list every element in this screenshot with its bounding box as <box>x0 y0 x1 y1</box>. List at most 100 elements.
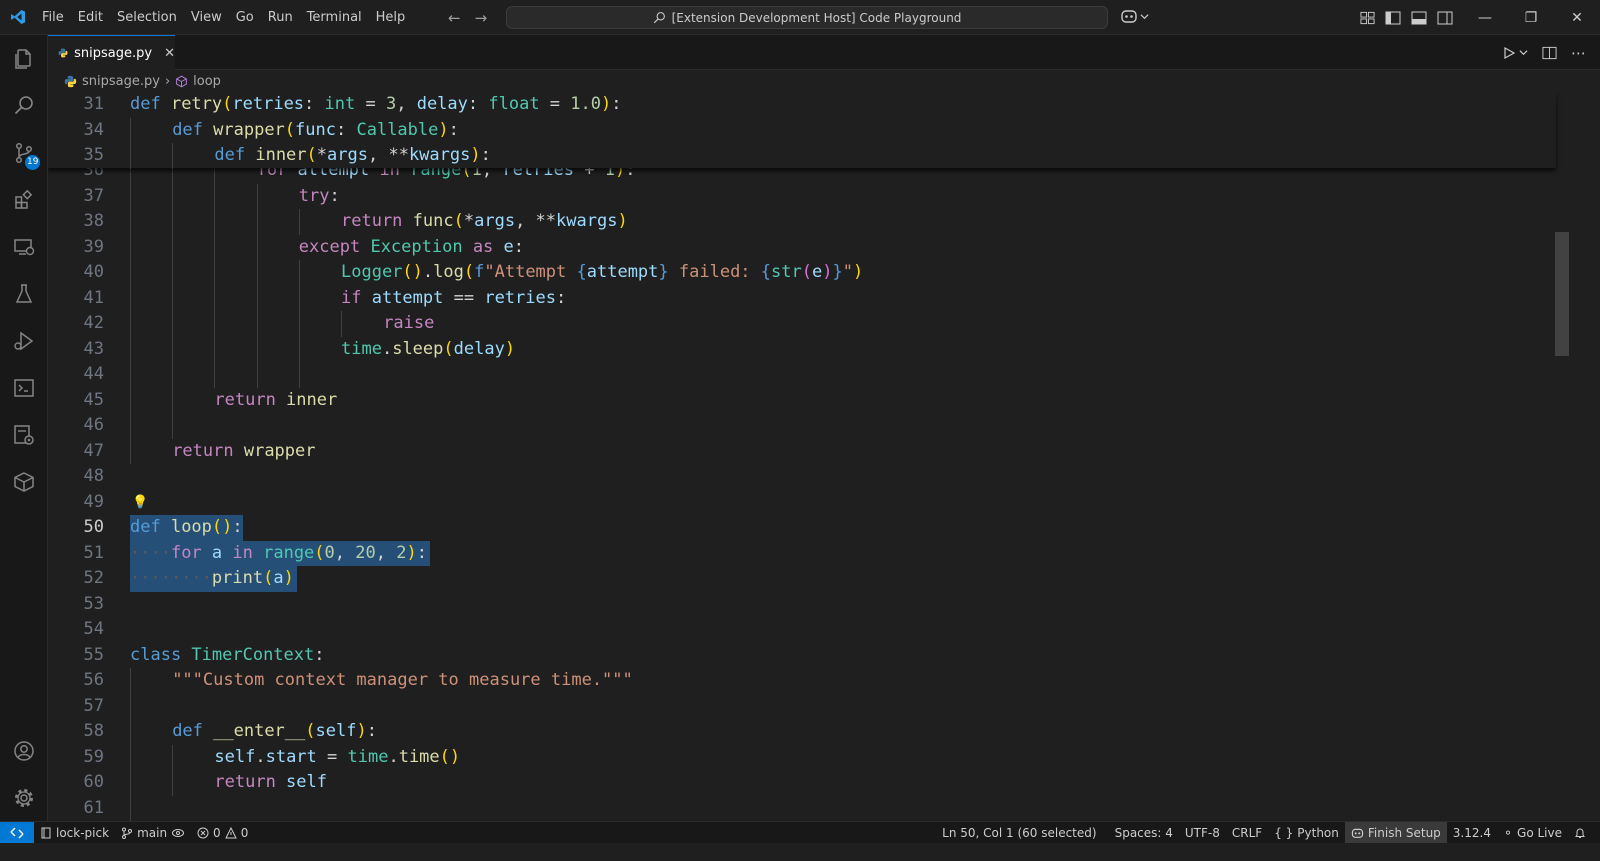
line-number[interactable]: 39 <box>48 235 104 261</box>
toggle-primary-sidebar-icon[interactable] <box>1385 11 1401 25</box>
finish-setup-item[interactable]: Finish Setup <box>1344 822 1447 844</box>
menu-terminal[interactable]: Terminal <box>300 0 369 35</box>
line-number[interactable]: 52 <box>48 566 104 592</box>
code-line[interactable]: 31 def retry(retries: int = 3, delay: flo… <box>48 92 1556 118</box>
line-number[interactable]: 50 <box>48 515 104 541</box>
line-number[interactable]: 35 <box>48 143 104 169</box>
line-number[interactable]: 57 <box>48 694 104 720</box>
extension-settings-icon[interactable] <box>0 411 48 459</box>
testing-flask-icon[interactable] <box>0 270 48 318</box>
code-text[interactable]: ········print(a) <box>130 566 294 592</box>
line-number[interactable]: 54 <box>48 617 104 643</box>
toggle-panel-icon[interactable] <box>1411 11 1427 25</box>
toggle-secondary-sidebar-icon[interactable] <box>1437 11 1453 25</box>
code-line[interactable]: 43 time.sleep(delay) <box>48 336 1556 363</box>
code-text[interactable]: return self <box>214 770 327 796</box>
go-live-item[interactable]: ⚬ Go Live <box>1497 822 1568 844</box>
vertical-scrollbar-track[interactable] <box>1556 92 1570 821</box>
line-number[interactable]: 40 <box>48 260 104 286</box>
menu-run[interactable]: Run <box>261 0 300 35</box>
command-center[interactable]: [Extension Development Host] Code Playgr… <box>506 6 1108 29</box>
code-text[interactable]: """Custom context manager to measure tim… <box>172 668 633 694</box>
close-tab-icon[interactable]: ✕ <box>164 46 175 61</box>
line-number[interactable]: 48 <box>48 464 104 490</box>
code-line[interactable]: 49 💡 <box>48 490 1556 516</box>
code-line[interactable]: 37 try: <box>48 183 1556 210</box>
line-number[interactable]: 41 <box>48 286 104 312</box>
code-line[interactable]: 60 return self <box>48 770 1556 796</box>
run-python-file-icon[interactable] <box>1502 46 1528 60</box>
explorer-icon[interactable] <box>0 35 48 83</box>
cursor-position[interactable]: Ln 50, Col 1 (60 selected) <box>936 822 1102 844</box>
indentation[interactable]: Spaces: 4 <box>1109 822 1179 844</box>
lightbulb-icon[interactable]: 💡 <box>132 490 148 516</box>
menu-edit[interactable]: Edit <box>71 0 110 35</box>
breadcrumb-symbol[interactable]: loop <box>193 74 221 89</box>
line-number[interactable]: 45 <box>48 388 104 414</box>
code-text[interactable]: return inner <box>214 388 337 414</box>
line-number[interactable]: 59 <box>48 745 104 771</box>
code-line[interactable]: 48 <box>48 464 1556 490</box>
code-line[interactable]: 52 ········print(a) <box>48 566 1556 592</box>
code-line[interactable]: 61 <box>48 795 1556 821</box>
terminal-icon[interactable] <box>0 364 48 412</box>
line-number[interactable]: 49 <box>48 490 104 516</box>
split-editor-icon[interactable] <box>1542 46 1557 60</box>
line-number[interactable]: 43 <box>48 337 104 363</box>
code-line[interactable]: 41 if attempt == retries: <box>48 285 1556 312</box>
accounts-icon[interactable] <box>0 727 48 775</box>
code-line[interactable]: 56 """Custom context manager to measure t… <box>48 668 1556 694</box>
code-line[interactable]: 57 <box>48 693 1556 720</box>
code-text[interactable]: if attempt == retries: <box>341 286 566 312</box>
code-text[interactable]: except Exception as e: <box>299 235 524 261</box>
code-line[interactable]: 51 ····for a in range(0, 20, 2): <box>48 540 1556 567</box>
code-text[interactable]: return wrapper <box>172 439 315 465</box>
remote-indicator-icon[interactable] <box>0 821 34 844</box>
code-text[interactable]: self.start = time.time() <box>214 745 460 771</box>
line-number[interactable]: 55 <box>48 643 104 669</box>
code-line[interactable]: 45 return inner <box>48 387 1556 414</box>
code-line[interactable]: 59 self.start = time.time() <box>48 744 1556 771</box>
python-version[interactable]: 3.12.4 <box>1447 822 1497 844</box>
code-line[interactable]: 39 except Exception as e: <box>48 234 1556 261</box>
code-text[interactable]: time.sleep(delay) <box>341 337 515 363</box>
line-number[interactable]: 31 <box>48 92 104 118</box>
sync-icon[interactable] <box>171 827 185 839</box>
manage-gear-icon[interactable] <box>0 774 48 822</box>
customize-layout-icon[interactable] <box>1360 11 1375 25</box>
code-text[interactable]: def __enter__(self): <box>172 719 377 745</box>
breadcrumb-file[interactable]: snipsage.py <box>82 74 160 89</box>
code-line[interactable]: 40 Logger().log(f"Attempt {attempt} faile… <box>48 260 1556 286</box>
copilot-menu[interactable] <box>1120 8 1149 24</box>
code-editor[interactable]: 31 def retry(retries: int = 3, delay: flo… <box>48 92 1600 821</box>
line-number[interactable]: 60 <box>48 770 104 796</box>
line-number[interactable]: 37 <box>48 184 104 210</box>
code-text[interactable]: def inner(*args, **kwargs): <box>214 143 490 169</box>
line-number[interactable]: 42 <box>48 311 104 337</box>
extensions-icon[interactable] <box>0 176 48 224</box>
line-number[interactable]: 51 <box>48 541 104 567</box>
line-number[interactable]: 38 <box>48 209 104 235</box>
line-number[interactable]: 34 <box>48 118 104 144</box>
code-text[interactable]: Logger().log(f"Attempt {attempt} failed:… <box>341 260 863 286</box>
code-line[interactable]: 34 def wrapper(func: Callable): <box>48 117 1556 144</box>
code-line[interactable]: 44 <box>48 362 1556 388</box>
back-arrow-icon[interactable]: ← <box>448 9 461 27</box>
encoding[interactable]: UTF-8 <box>1179 822 1226 844</box>
code-text[interactable]: return func(*args, **kwargs) <box>341 209 628 235</box>
search-view-icon[interactable] <box>0 81 48 129</box>
code-line[interactable]: 53 <box>48 592 1556 618</box>
code-line[interactable]: 50 def loop(): <box>48 515 1556 541</box>
language-mode[interactable]: { } Python <box>1268 822 1345 844</box>
close-window-icon[interactable]: ✕ <box>1554 0 1600 35</box>
code-line[interactable]: 54 <box>48 617 1556 643</box>
code-line[interactable]: 47 return wrapper <box>48 438 1556 465</box>
code-text[interactable]: class TimerContext: <box>130 643 325 669</box>
forward-arrow-icon[interactable]: → <box>475 9 488 27</box>
source-control-icon[interactable]: 19 <box>0 129 48 177</box>
line-number[interactable]: 58 <box>48 719 104 745</box>
code-text[interactable]: try: <box>299 184 340 210</box>
sticky-scroll[interactable]: 31 def retry(retries: int = 3, delay: flo… <box>48 92 1556 169</box>
code-text[interactable]: def wrapper(func: Callable): <box>172 118 459 144</box>
more-actions-icon[interactable]: ⋯ <box>1571 44 1586 62</box>
